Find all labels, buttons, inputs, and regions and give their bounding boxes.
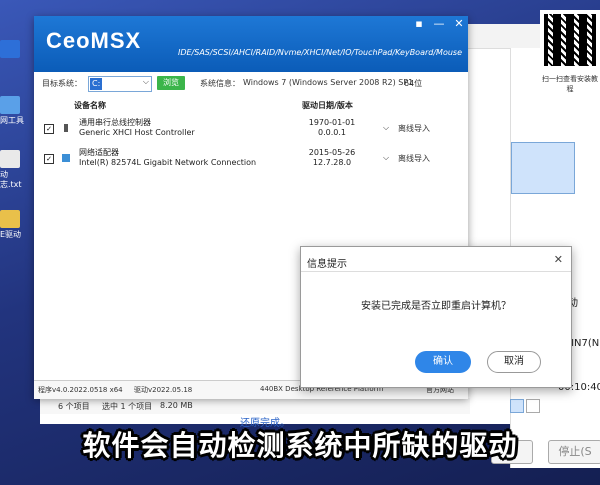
minimize-button[interactable]: — [428, 16, 450, 32]
driver-date: 2015-05-26 [308, 148, 356, 157]
device-checkbox[interactable]: ✓ [44, 124, 54, 134]
skin-icon[interactable]: ▪ [408, 16, 430, 32]
network-adapter-icon [62, 154, 70, 162]
sysinfo-value: Windows 7 (Windows Server 2008 R2) SP1 [243, 78, 414, 87]
text-file-icon [0, 150, 20, 168]
supported-devices: IDE/SAS/SCSI/AHCI/RAID/Nvme/XHCI/Net/IO/… [177, 48, 462, 57]
driver-version: 0.0.0.1 [318, 128, 346, 137]
desktop-icon-2[interactable]: 网工具 [0, 96, 26, 126]
col-driver-date: 驱动日期/版本 [302, 101, 353, 110]
driver-version-info: 驱动v2022.05.18 [134, 386, 193, 394]
selected-count: 选中 1 个项目 [102, 402, 153, 411]
driver-date: 1970-01-01 [308, 118, 356, 127]
device-row[interactable]: ✓ 网络适配器 Intel(R) 82574L Gigabit Network … [34, 146, 468, 176]
video-caption: 软件会自动检测系统中所缺的驱动 [82, 429, 518, 462]
target-value: C: [90, 78, 103, 90]
desktop-icon-3[interactable]: 动 志.txt [0, 150, 26, 190]
program-version: 程序v4.0.2022.0518 x64 [38, 386, 123, 394]
desktop-icon-1[interactable] [0, 40, 26, 60]
sysinfo-label: 系统信息： [200, 79, 240, 88]
device-checkbox[interactable]: ✓ [44, 154, 54, 164]
desktop-icon-label: E驱动 [0, 230, 22, 239]
target-label: 目标系统： [42, 79, 82, 88]
confirm-button[interactable]: 确认 [415, 351, 471, 373]
desktop-icon-label: 网工具 [0, 116, 24, 125]
qr-caption: 扫一扫查看安装教程 [542, 75, 598, 93]
qr-pattern [544, 14, 596, 66]
chevron-down-icon[interactable]: ⌵ [383, 123, 389, 133]
chevron-down-icon[interactable]: ⌵ [383, 153, 389, 163]
close-button[interactable]: ✕ [448, 16, 470, 32]
qr-code: 扫一扫查看安装教程 [540, 10, 600, 100]
details-view-icon[interactable] [510, 399, 524, 413]
tiles-view-icon[interactable] [526, 399, 540, 413]
usb-icon [64, 124, 68, 132]
arch-value: 64位 [404, 79, 423, 88]
chevron-down-icon: ⌵ [142, 77, 149, 86]
explorer-status-bar: 6 个项目 选中 1 个项目 8.20 MB [40, 398, 540, 414]
device-category: 网络适配器 [79, 148, 119, 157]
driver-icon [0, 210, 20, 228]
dialog-title: 信息提示 [307, 259, 347, 270]
app-logo: CeoMSX [46, 28, 142, 53]
info-dialog: 信息提示 ✕ 安装已完成是否立即重启计算机？ 确认 取消 [300, 246, 572, 388]
app-header: CeoMSX IDE/SAS/SCSI/AHCI/RAID/Nvme/XHCI/… [34, 16, 468, 72]
cancel-button[interactable]: 取消 [487, 351, 541, 373]
dialog-divider [301, 271, 571, 272]
device-row[interactable]: ✓ 通用串行总线控制器 Generic XHCI Host Controller… [34, 116, 468, 146]
target-select[interactable]: C: ⌵ [88, 76, 152, 92]
col-device-name: 设备名称 [74, 101, 106, 110]
device-name: Intel(R) 82574L Gigabit Network Connecti… [79, 158, 257, 167]
dialog-message: 安装已完成是否立即重启计算机？ [361, 301, 511, 312]
app-icon [0, 40, 20, 58]
network-tool-icon [0, 96, 20, 114]
close-icon[interactable]: ✕ [554, 253, 563, 266]
desktop-icon-4[interactable]: E驱动 [0, 210, 26, 240]
driver-version: 12.7.28.0 [312, 158, 352, 167]
item-count: 6 个项目 [58, 402, 90, 411]
offline-import-button[interactable]: 离线导入 [398, 153, 430, 164]
offline-import-button[interactable]: 离线导入 [398, 123, 430, 134]
browse-button[interactable]: 浏览 [157, 76, 185, 90]
desktop-icon-label: 动 志.txt [0, 170, 22, 189]
device-category: 通用串行总线控制器 [79, 118, 151, 127]
device-name: Generic XHCI Host Controller [79, 128, 195, 137]
selected-size: 8.20 MB [160, 401, 193, 410]
